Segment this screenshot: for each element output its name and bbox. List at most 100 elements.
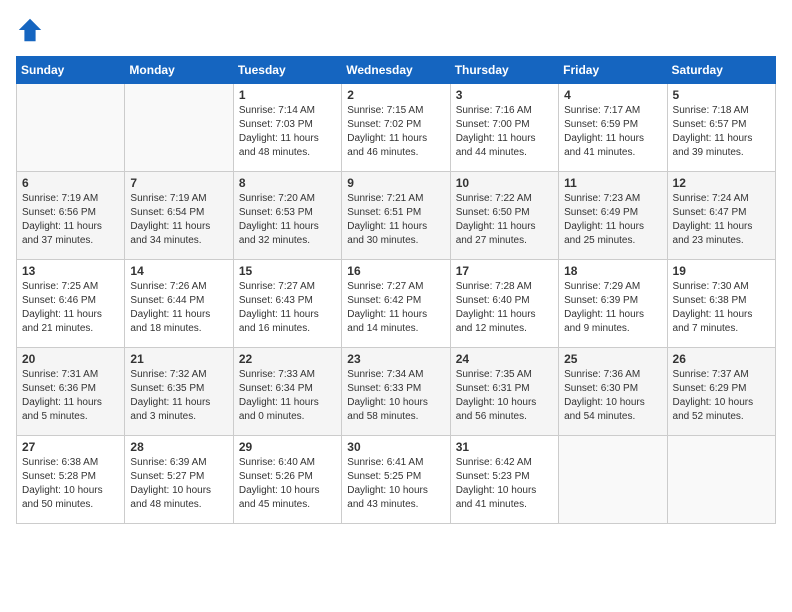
day-number: 20 — [22, 352, 119, 366]
day-number: 27 — [22, 440, 119, 454]
day-info: Sunrise: 6:39 AM Sunset: 5:27 PM Dayligh… — [130, 456, 227, 512]
logo-icon — [16, 16, 44, 44]
day-header-tuesday: Tuesday — [233, 57, 341, 84]
day-number: 22 — [239, 352, 336, 366]
day-number: 30 — [347, 440, 444, 454]
day-number: 19 — [673, 264, 770, 278]
day-info: Sunrise: 7:23 AM Sunset: 6:49 PM Dayligh… — [564, 192, 661, 248]
calendar-cell: 6 Sunrise: 7:19 AM Sunset: 6:56 PM Daylig… — [17, 172, 125, 260]
day-number: 28 — [130, 440, 227, 454]
day-info: Sunrise: 6:42 AM Sunset: 5:23 PM Dayligh… — [456, 456, 553, 512]
calendar-cell: 18 Sunrise: 7:29 AM Sunset: 6:39 PM Dayli… — [559, 260, 667, 348]
day-number: 5 — [673, 88, 770, 102]
day-info: Sunrise: 6:40 AM Sunset: 5:26 PM Dayligh… — [239, 456, 336, 512]
calendar-table: SundayMondayTuesdayWednesdayThursdayFrid… — [16, 56, 776, 524]
day-info: Sunrise: 7:31 AM Sunset: 6:36 PM Dayligh… — [22, 368, 119, 424]
calendar-cell: 8 Sunrise: 7:20 AM Sunset: 6:53 PM Daylig… — [233, 172, 341, 260]
calendar-cell: 19 Sunrise: 7:30 AM Sunset: 6:38 PM Dayli… — [667, 260, 775, 348]
day-info: Sunrise: 7:21 AM Sunset: 6:51 PM Dayligh… — [347, 192, 444, 248]
day-info: Sunrise: 7:37 AM Sunset: 6:29 PM Dayligh… — [673, 368, 770, 424]
page-header — [16, 16, 776, 44]
calendar-cell: 17 Sunrise: 7:28 AM Sunset: 6:40 PM Dayli… — [450, 260, 558, 348]
day-info: Sunrise: 7:19 AM Sunset: 6:54 PM Dayligh… — [130, 192, 227, 248]
calendar-cell: 21 Sunrise: 7:32 AM Sunset: 6:35 PM Dayli… — [125, 348, 233, 436]
day-header-sunday: Sunday — [17, 57, 125, 84]
logo — [16, 16, 48, 44]
day-info: Sunrise: 7:16 AM Sunset: 7:00 PM Dayligh… — [456, 104, 553, 160]
calendar-cell: 29 Sunrise: 6:40 AM Sunset: 5:26 PM Dayli… — [233, 436, 341, 524]
calendar-cell: 22 Sunrise: 7:33 AM Sunset: 6:34 PM Dayli… — [233, 348, 341, 436]
day-header-monday: Monday — [125, 57, 233, 84]
calendar-cell: 3Sunrise: 7:16 AM Sunset: 7:00 PM Daylig… — [450, 84, 558, 172]
day-number: 17 — [456, 264, 553, 278]
day-info: Sunrise: 7:27 AM Sunset: 6:43 PM Dayligh… — [239, 280, 336, 336]
day-number: 13 — [22, 264, 119, 278]
day-info: Sunrise: 6:41 AM Sunset: 5:25 PM Dayligh… — [347, 456, 444, 512]
calendar-cell: 31 Sunrise: 6:42 AM Sunset: 5:23 PM Dayli… — [450, 436, 558, 524]
day-info: Sunrise: 7:14 AM Sunset: 7:03 PM Dayligh… — [239, 104, 336, 160]
calendar-cell — [559, 436, 667, 524]
week-row-1: 1 Sunrise: 7:14 AM Sunset: 7:03 PM Daylig… — [17, 84, 776, 172]
day-info: Sunrise: 7:27 AM Sunset: 6:42 PM Dayligh… — [347, 280, 444, 336]
day-info: Sunrise: 7:28 AM Sunset: 6:40 PM Dayligh… — [456, 280, 553, 336]
day-number: 21 — [130, 352, 227, 366]
day-info: Sunrise: 7:18 AM Sunset: 6:57 PM Dayligh… — [673, 104, 770, 160]
day-number: 9 — [347, 176, 444, 190]
day-info: Sunrise: 7:30 AM Sunset: 6:38 PM Dayligh… — [673, 280, 770, 336]
calendar-cell: 16 Sunrise: 7:27 AM Sunset: 6:42 PM Dayli… — [342, 260, 450, 348]
day-number: 31 — [456, 440, 553, 454]
day-info: Sunrise: 6:38 AM Sunset: 5:28 PM Dayligh… — [22, 456, 119, 512]
day-number: 6 — [22, 176, 119, 190]
calendar-cell: 2Sunrise: 7:15 AM Sunset: 7:02 PM Daylig… — [342, 84, 450, 172]
day-header-thursday: Thursday — [450, 57, 558, 84]
day-number: 8 — [239, 176, 336, 190]
calendar-cell: 24 Sunrise: 7:35 AM Sunset: 6:31 PM Dayli… — [450, 348, 558, 436]
day-info: Sunrise: 7:24 AM Sunset: 6:47 PM Dayligh… — [673, 192, 770, 248]
calendar-cell: 14Sunrise: 7:26 AM Sunset: 6:44 PM Dayli… — [125, 260, 233, 348]
calendar-cell: 4 Sunrise: 7:17 AM Sunset: 6:59 PM Daylig… — [559, 84, 667, 172]
day-number: 23 — [347, 352, 444, 366]
day-number: 10 — [456, 176, 553, 190]
calendar-cell: 9 Sunrise: 7:21 AM Sunset: 6:51 PM Daylig… — [342, 172, 450, 260]
day-info: Sunrise: 7:25 AM Sunset: 6:46 PM Dayligh… — [22, 280, 119, 336]
day-info: Sunrise: 7:29 AM Sunset: 6:39 PM Dayligh… — [564, 280, 661, 336]
calendar-cell: 26Sunrise: 7:37 AM Sunset: 6:29 PM Dayli… — [667, 348, 775, 436]
calendar-cell — [125, 84, 233, 172]
day-info: Sunrise: 7:22 AM Sunset: 6:50 PM Dayligh… — [456, 192, 553, 248]
day-info: Sunrise: 7:34 AM Sunset: 6:33 PM Dayligh… — [347, 368, 444, 424]
calendar-header-row: SundayMondayTuesdayWednesdayThursdayFrid… — [17, 57, 776, 84]
day-info: Sunrise: 7:15 AM Sunset: 7:02 PM Dayligh… — [347, 104, 444, 160]
day-number: 4 — [564, 88, 661, 102]
calendar-cell: 15 Sunrise: 7:27 AM Sunset: 6:43 PM Dayli… — [233, 260, 341, 348]
day-number: 25 — [564, 352, 661, 366]
day-number: 1 — [239, 88, 336, 102]
day-number: 7 — [130, 176, 227, 190]
calendar-cell — [17, 84, 125, 172]
day-info: Sunrise: 7:19 AM Sunset: 6:56 PM Dayligh… — [22, 192, 119, 248]
day-number: 16 — [347, 264, 444, 278]
day-number: 12 — [673, 176, 770, 190]
calendar-cell: 30 Sunrise: 6:41 AM Sunset: 5:25 PM Dayli… — [342, 436, 450, 524]
day-number: 14 — [130, 264, 227, 278]
calendar-body: 1 Sunrise: 7:14 AM Sunset: 7:03 PM Daylig… — [17, 84, 776, 524]
calendar-cell: 11Sunrise: 7:23 AM Sunset: 6:49 PM Dayli… — [559, 172, 667, 260]
day-number: 15 — [239, 264, 336, 278]
day-header-friday: Friday — [559, 57, 667, 84]
calendar-cell: 13 Sunrise: 7:25 AM Sunset: 6:46 PM Dayli… — [17, 260, 125, 348]
day-info: Sunrise: 7:32 AM Sunset: 6:35 PM Dayligh… — [130, 368, 227, 424]
calendar-cell: 25 Sunrise: 7:36 AM Sunset: 6:30 PM Dayli… — [559, 348, 667, 436]
day-number: 29 — [239, 440, 336, 454]
day-info: Sunrise: 7:33 AM Sunset: 6:34 PM Dayligh… — [239, 368, 336, 424]
calendar-cell: 27 Sunrise: 6:38 AM Sunset: 5:28 PM Dayli… — [17, 436, 125, 524]
calendar-cell: 1 Sunrise: 7:14 AM Sunset: 7:03 PM Daylig… — [233, 84, 341, 172]
calendar-cell: 20 Sunrise: 7:31 AM Sunset: 6:36 PM Dayli… — [17, 348, 125, 436]
day-number: 18 — [564, 264, 661, 278]
day-info: Sunrise: 7:36 AM Sunset: 6:30 PM Dayligh… — [564, 368, 661, 424]
day-header-wednesday: Wednesday — [342, 57, 450, 84]
day-info: Sunrise: 7:35 AM Sunset: 6:31 PM Dayligh… — [456, 368, 553, 424]
day-header-saturday: Saturday — [667, 57, 775, 84]
day-info: Sunrise: 7:20 AM Sunset: 6:53 PM Dayligh… — [239, 192, 336, 248]
calendar-cell: 28 Sunrise: 6:39 AM Sunset: 5:27 PM Dayli… — [125, 436, 233, 524]
day-info: Sunrise: 7:17 AM Sunset: 6:59 PM Dayligh… — [564, 104, 661, 160]
day-number: 24 — [456, 352, 553, 366]
